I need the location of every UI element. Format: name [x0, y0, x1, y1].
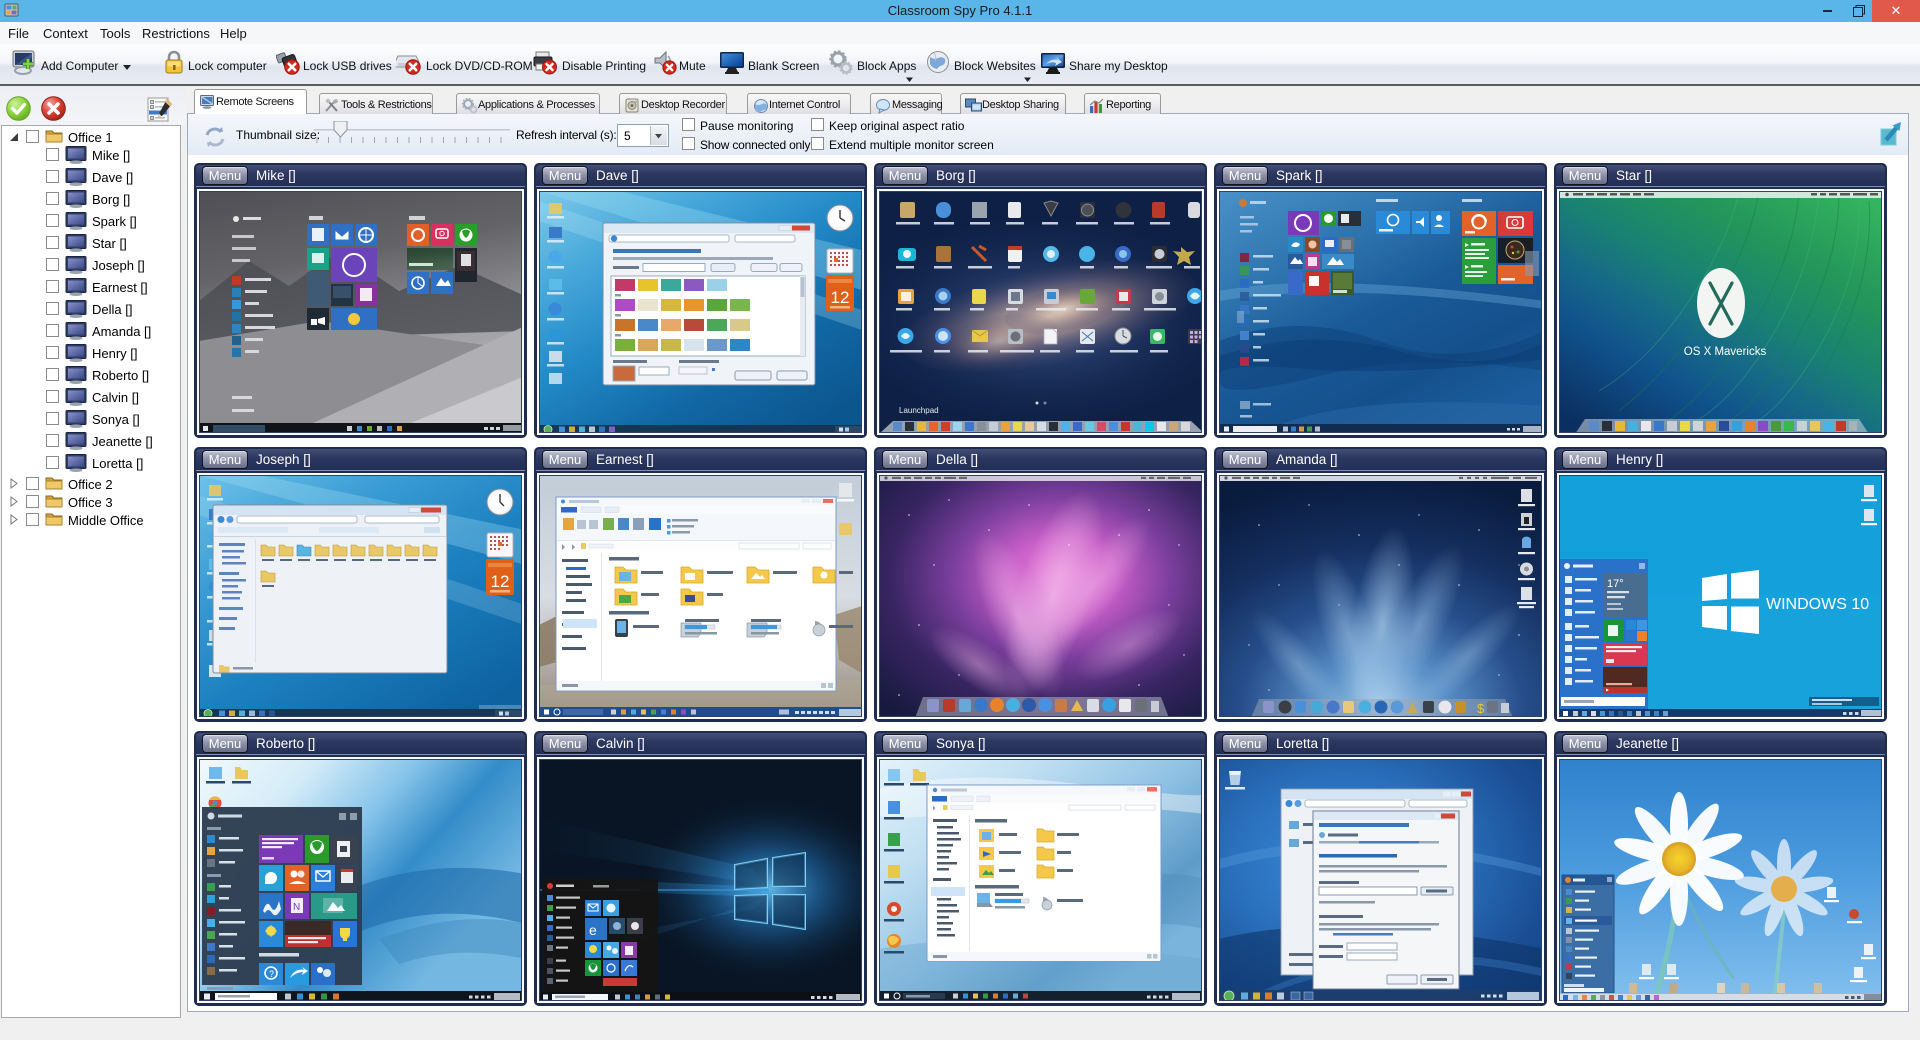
svg-text:N: N	[293, 902, 300, 913]
svg-text:WINDOWS 10: WINDOWS 10	[1766, 596, 1869, 613]
svg-text:$: $	[1477, 701, 1485, 716]
svg-text:12: 12	[831, 288, 850, 307]
svg-text:12: 12	[491, 572, 510, 591]
svg-text:?: ?	[269, 969, 274, 979]
svg-text:17°: 17°	[1607, 578, 1624, 590]
svg-text:e: e	[589, 922, 597, 938]
svg-text:Launchpad: Launchpad	[899, 406, 939, 415]
svg-text:OS X Mavericks: OS X Mavericks	[1684, 346, 1767, 358]
